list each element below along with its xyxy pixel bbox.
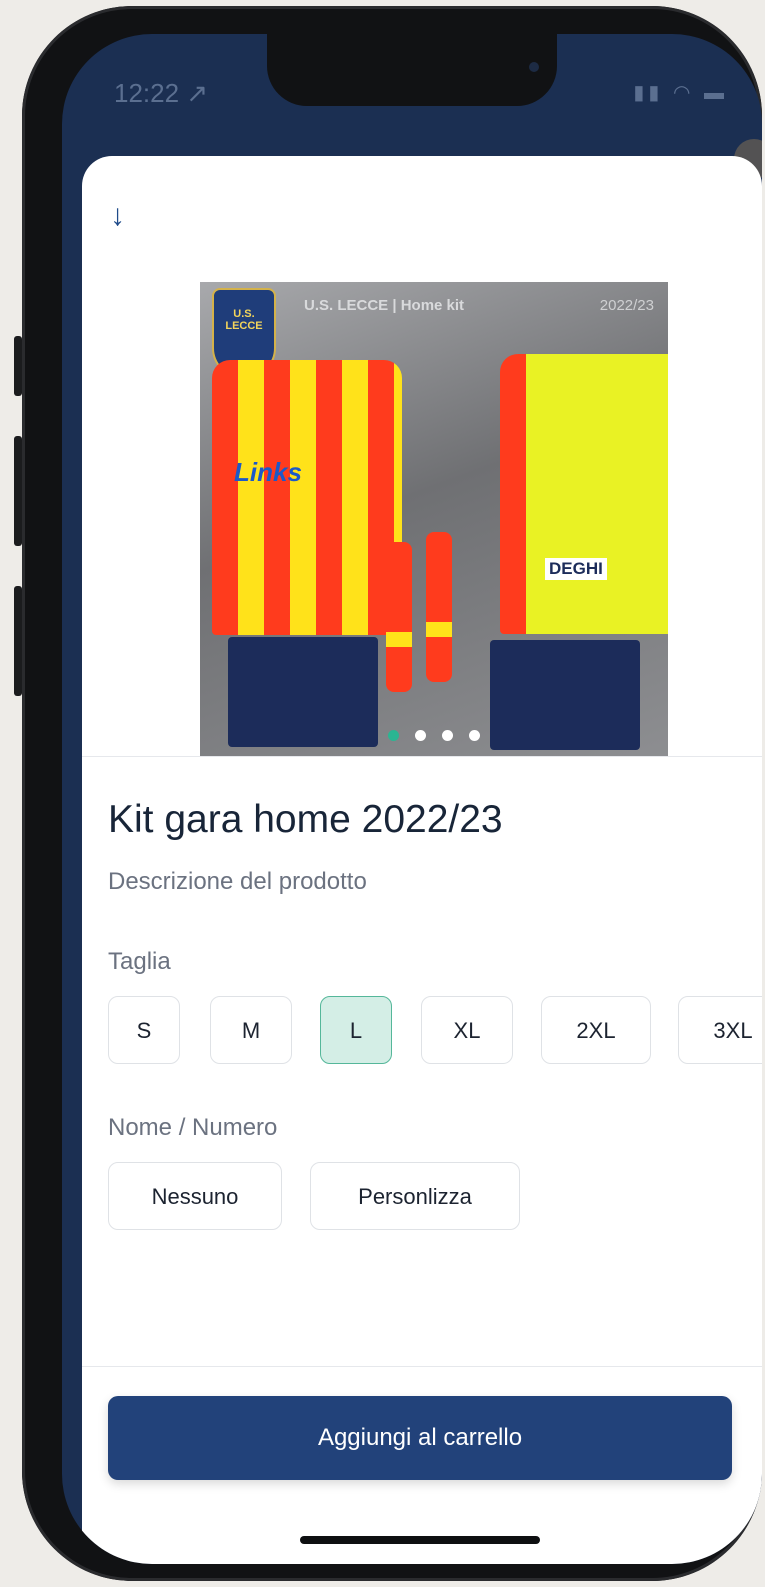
mute-switch <box>14 336 22 396</box>
dismiss-sheet-icon[interactable]: ↓ <box>110 196 150 236</box>
jersey-front-image <box>212 360 402 635</box>
name-option-customize[interactable]: Personlizza <box>310 1162 520 1230</box>
notch <box>267 34 557 106</box>
name-number-label: Nome / Numero <box>108 1114 278 1141</box>
signal-icon: ▮▮ <box>633 82 664 104</box>
shorts-back-image <box>490 640 640 750</box>
shorts-front-image <box>228 637 378 747</box>
jersey-back-image <box>500 354 668 634</box>
socks-image <box>382 532 462 692</box>
wifi-icon: ◠ <box>672 82 695 104</box>
camera-icon <box>529 62 539 72</box>
product-sheet: ↓ U.S. LECCE U.S. LECCE | Home kit 2022/… <box>82 156 762 1564</box>
sponsor-back-text: DEGHI <box>545 558 607 580</box>
divider <box>82 756 762 757</box>
carousel-dot-3[interactable] <box>442 730 453 741</box>
status-icons: ▮▮ ◠ ▬ <box>633 80 728 105</box>
size-option-s[interactable]: S <box>108 996 180 1064</box>
battery-icon: ▬ <box>704 82 728 104</box>
divider <box>82 1366 762 1367</box>
product-title: Kit gara home 2022/23 <box>108 798 503 841</box>
name-option-none[interactable]: Nessuno <box>108 1162 282 1230</box>
status-time: 12:22 ↗ <box>114 78 209 108</box>
product-description: Descrizione del prodotto <box>108 868 367 895</box>
size-option-2xl[interactable]: 2XL <box>541 996 651 1064</box>
carousel-dot-4[interactable] <box>469 730 480 741</box>
phone-frame: 12:22 ↗ ▮▮ ◠ ▬ ↓ U.S. LECCE U.S. LECCE |… <box>14 6 762 1581</box>
size-option-xl[interactable]: XL <box>421 996 513 1064</box>
add-to-cart-button[interactable]: Aggiungi al carrello <box>108 1396 732 1480</box>
volume-up-button <box>14 436 22 546</box>
carousel-dots <box>388 730 480 741</box>
size-label: Taglia <box>108 948 171 975</box>
size-options: S M L XL 2XL 3XL <box>108 996 762 1066</box>
volume-down-button <box>14 586 22 696</box>
sock-right <box>426 532 452 682</box>
crest-text: U.S. LECCE <box>225 308 263 332</box>
home-indicator[interactable] <box>300 1536 540 1544</box>
size-option-m[interactable]: M <box>210 996 292 1064</box>
image-banner-season: 2022/23 <box>599 297 654 314</box>
size-option-l[interactable]: L <box>320 996 392 1064</box>
carousel-dot-1[interactable] <box>388 730 399 741</box>
carousel-dot-2[interactable] <box>415 730 426 741</box>
product-image-carousel[interactable]: U.S. LECCE U.S. LECCE | Home kit 2022/23… <box>200 282 668 756</box>
sock-left <box>386 542 412 692</box>
size-option-3xl[interactable]: 3XL <box>678 996 762 1064</box>
sponsor-front-text: Links <box>234 457 302 487</box>
screen: 12:22 ↗ ▮▮ ◠ ▬ ↓ U.S. LECCE U.S. LECCE |… <box>62 34 762 1564</box>
